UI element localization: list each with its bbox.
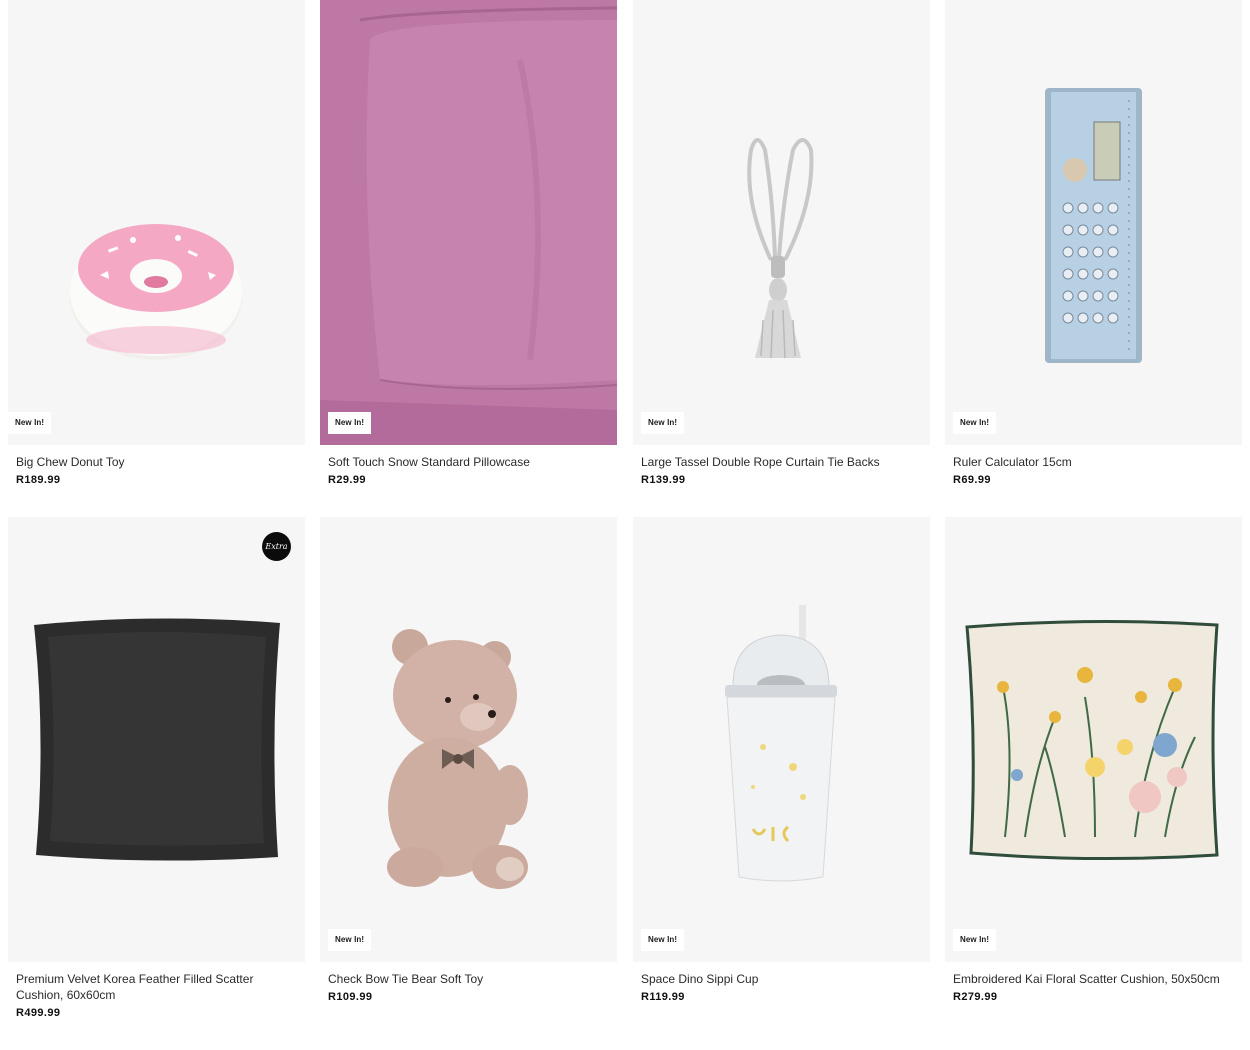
- product-name[interactable]: Space Dino Sippi Cup: [641, 971, 921, 987]
- product-card[interactable]: New In! Big Chew Donut Toy R189.99: [8, 0, 305, 486]
- new-in-badge: New In!: [641, 412, 685, 434]
- product-price: R119.99: [641, 991, 685, 1003]
- product-card[interactable]: Extra Premium Velvet Korea Feather Fille…: [8, 517, 305, 1019]
- pillowcase-icon: [320, 0, 617, 445]
- new-in-badge: New In!: [953, 929, 997, 951]
- product-card[interactable]: New In! Soft Touch Snow Standard Pillowc…: [320, 0, 617, 486]
- sippy-cup-icon: [725, 605, 837, 882]
- product-image[interactable]: New In!: [945, 517, 1242, 962]
- product-card[interactable]: New In! Embroidered Kai Floral Scatter C…: [945, 517, 1242, 1003]
- product-name[interactable]: Embroidered Kai Floral Scatter Cushion, …: [953, 971, 1233, 987]
- product-image[interactable]: Extra: [8, 517, 305, 962]
- product-card[interactable]: New In! Check Bow Tie Bear Soft Toy R109…: [320, 517, 617, 1003]
- donut-toy-icon: [70, 224, 242, 360]
- velvet-cushion-icon: [34, 618, 280, 861]
- new-in-badge: New In!: [328, 929, 372, 951]
- product-image[interactable]: New In!: [8, 0, 305, 445]
- product-name[interactable]: Premium Velvet Korea Feather Filled Scat…: [16, 971, 296, 1003]
- teddy-bear-icon: [387, 629, 528, 889]
- ruler-calculator-icon: [1045, 88, 1142, 363]
- product-price: R29.99: [328, 474, 366, 486]
- product-price: R189.99: [16, 474, 61, 486]
- product-name[interactable]: Big Chew Donut Toy: [16, 454, 296, 470]
- product-name[interactable]: Ruler Calculator 15cm: [953, 454, 1233, 470]
- product-image[interactable]: New In!: [320, 517, 617, 962]
- product-name[interactable]: Soft Touch Snow Standard Pillowcase: [328, 454, 608, 470]
- product-image[interactable]: New In!: [320, 0, 617, 445]
- product-image[interactable]: New In!: [633, 0, 930, 445]
- product-price: R139.99: [641, 474, 686, 486]
- floral-cushion-icon: [965, 619, 1219, 861]
- tassel-tie-back-icon: [747, 138, 814, 359]
- product-price: R499.99: [16, 1007, 61, 1019]
- new-in-badge: New In!: [328, 412, 372, 434]
- product-card[interactable]: New In! Large Tassel Double Rope Curtain…: [633, 0, 930, 486]
- product-name[interactable]: Check Bow Tie Bear Soft Toy: [328, 971, 608, 987]
- new-in-badge: New In!: [641, 929, 685, 951]
- product-name[interactable]: Large Tassel Double Rope Curtain Tie Bac…: [641, 454, 921, 470]
- product-image[interactable]: New In!: [633, 517, 930, 962]
- product-price: R109.99: [328, 991, 373, 1003]
- product-price: R279.99: [953, 991, 998, 1003]
- product-card[interactable]: New In! Space Dino Sippi Cup R119.99: [633, 517, 930, 1003]
- extra-label-icon: Extra: [262, 532, 291, 561]
- product-card[interactable]: New In! Ruler Calculator 15cm R69.99: [945, 0, 1242, 486]
- new-in-badge: New In!: [953, 412, 997, 434]
- product-image[interactable]: New In!: [945, 0, 1242, 445]
- product-price: R69.99: [953, 474, 991, 486]
- new-in-badge: New In!: [8, 412, 52, 434]
